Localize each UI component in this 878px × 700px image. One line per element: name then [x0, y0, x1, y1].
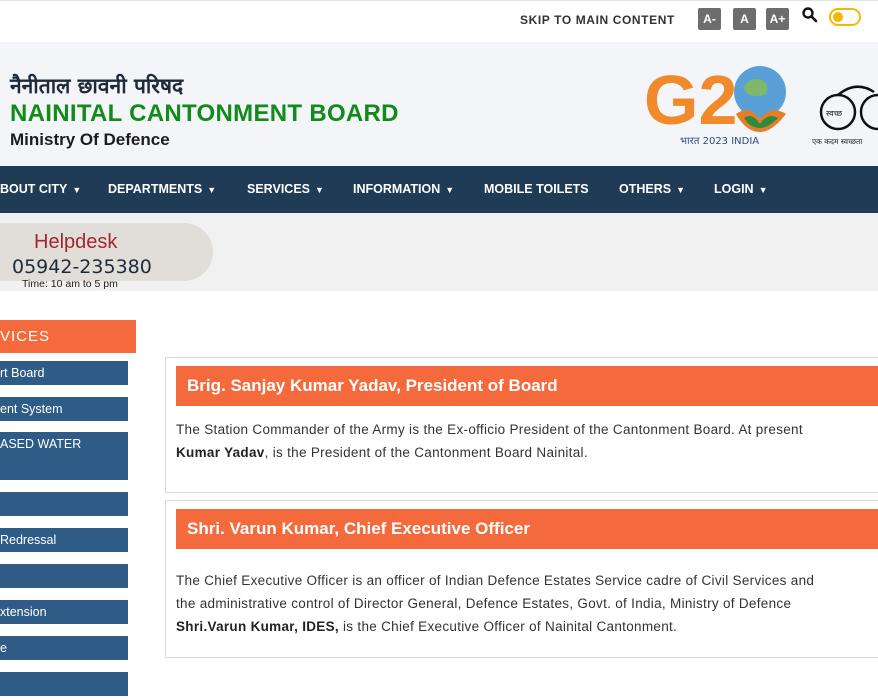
nav-label: BOUT CITY [0, 182, 68, 196]
caret-down-icon: ▼ [676, 185, 686, 195]
swachh-logo-label: स्वच्छ [826, 109, 843, 118]
board-name[interactable]: NAINITAL CANTONMENT BOARD [10, 100, 399, 128]
service-item[interactable]: Redressal [0, 528, 128, 552]
helpdesk-badge[interactable]: Helpdesk 05942-235380 Time: 10 am to 5 p… [0, 223, 213, 290]
swachh-logo-caption: एक कदम स्वच्छता [812, 137, 863, 146]
card-body: The Chief Executive Officer is an office… [176, 569, 878, 638]
service-item[interactable]: ent System [0, 397, 128, 421]
service-item[interactable]: ASED WATER [0, 432, 128, 480]
card-text-line: Kumar Yadav, is the President of the Can… [176, 441, 878, 464]
toggle-knob [833, 12, 843, 22]
helpdesk-time: Time: 10 am to 5 pm [22, 278, 118, 290]
g20-subtitle: भारत 2023 INDIA [680, 136, 759, 147]
ministry-name: Ministry Of Defence [10, 130, 170, 149]
nav-label: INFORMATION [353, 182, 441, 196]
ceo-name: Shri.Varun Kumar, IDES, [176, 619, 339, 634]
search-icon[interactable] [801, 6, 819, 24]
ceo-card: Shri. Varun Kumar, Chief Executive Offic… [165, 500, 878, 658]
service-item[interactable] [0, 564, 128, 588]
nav-departments[interactable]: DEPARTMENTS ▼ [108, 166, 216, 213]
nav-label: OTHERS [619, 182, 672, 196]
card-title: Brig. Sanjay Kumar Yadav, President of B… [176, 366, 878, 406]
card-text-line: The Station Commander of the Army is the… [176, 422, 803, 437]
helpdesk-band: Helpdesk 05942-235380 Time: 10 am to 5 p… [0, 213, 878, 291]
card-text-line: The Chief Executive Officer is an office… [176, 573, 815, 588]
service-item[interactable]: rt Board [0, 361, 128, 385]
services-heading: VICES [0, 320, 136, 353]
nav-services[interactable]: SERVICES ▼ [247, 166, 324, 213]
service-item[interactable]: xtension [0, 600, 128, 624]
hindi-title: नैनीताल छावनी परिषद [10, 74, 184, 98]
card-text-line: the administrative control of Director G… [176, 596, 792, 611]
nav-about-city[interactable]: BOUT CITY ▼ [0, 166, 81, 213]
caret-down-icon: ▼ [72, 185, 82, 195]
nav-others[interactable]: OTHERS ▼ [619, 166, 685, 213]
font-normal-button[interactable]: A [733, 8, 756, 30]
nav-label: DEPARTMENTS [108, 182, 203, 196]
card-text-span: , is the President of the Cantonment Boa… [264, 445, 588, 460]
site-header: नैनीताल छावनी परिषद NAINITAL CANTONMENT … [0, 42, 878, 166]
caret-down-icon: ▼ [758, 185, 768, 195]
card-text-line: Shri.Varun Kumar, IDES, is the Chief Exe… [176, 615, 878, 638]
nav-label: MOBILE TOILETS [484, 182, 589, 196]
swachh-bharat-logo: स्वच्छ एक कदम स्वच्छता [812, 85, 878, 146]
helpdesk-phone: 05942-235380 [12, 256, 152, 278]
service-item[interactable]: e [0, 636, 128, 660]
service-item[interactable] [0, 492, 128, 516]
g20-logo: G20 भारत 2023 INDIA [644, 61, 786, 147]
caret-down-icon: ▼ [315, 185, 324, 195]
president-name: Kumar Yadav [176, 445, 265, 460]
skip-to-main-content-link[interactable]: SKIP TO MAIN CONTENT [520, 13, 675, 27]
nav-login[interactable]: LOGIN ▼ [714, 166, 768, 213]
font-increase-button[interactable]: A+ [766, 8, 789, 30]
helpdesk-title: Helpdesk [34, 231, 118, 253]
card-text-span: is the Chief Executive Officer of Nainit… [338, 619, 678, 634]
nav-information[interactable]: INFORMATION ▼ [353, 166, 454, 213]
president-card: Brig. Sanjay Kumar Yadav, President of B… [165, 357, 878, 493]
main-navigation: BOUT CITY ▼ DEPARTMENTS ▼ SERVICES ▼ INFORM… [0, 166, 878, 213]
card-title: Shri. Varun Kumar, Chief Executive Offic… [176, 509, 878, 549]
caret-down-icon: ▼ [445, 185, 455, 195]
top-utility-bar: SKIP TO MAIN CONTENT A- A A+ [0, 0, 878, 43]
service-item[interactable] [0, 672, 128, 696]
nav-label: SERVICES [247, 182, 310, 196]
card-body: The Station Commander of the Army is the… [176, 418, 878, 464]
contrast-toggle[interactable] [829, 8, 861, 26]
caret-down-icon: ▼ [207, 185, 217, 195]
nav-mobile-toilets[interactable]: MOBILE TOILETS [484, 166, 589, 213]
font-decrease-button[interactable]: A- [698, 8, 721, 30]
nav-label: LOGIN [714, 182, 754, 196]
